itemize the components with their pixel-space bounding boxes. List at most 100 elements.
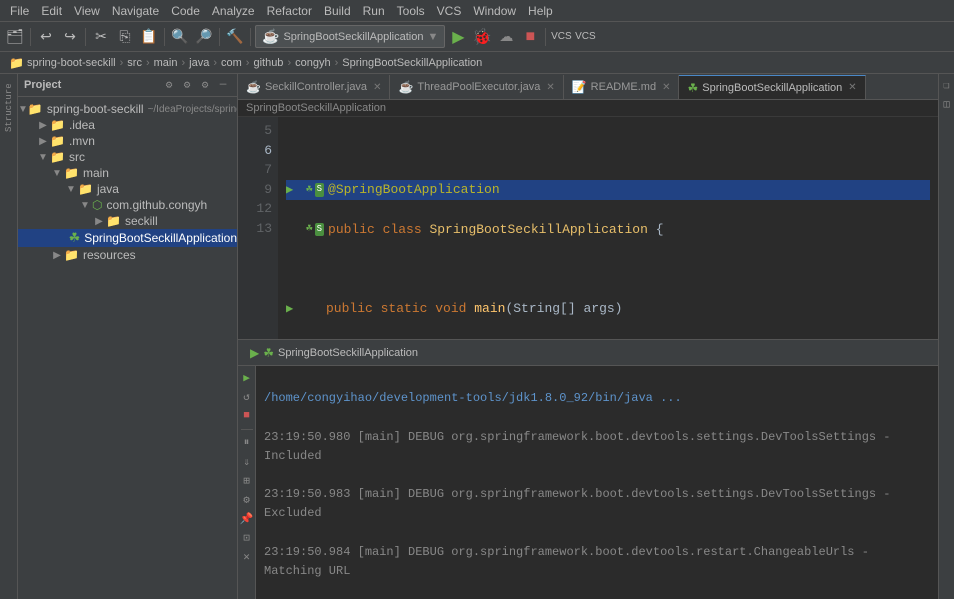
- tree-seckill[interactable]: ▶ 📁 seckill: [18, 213, 237, 229]
- breadcrumb-github-label: github: [253, 57, 283, 69]
- tab-threadpool[interactable]: ☕ ThreadPoolExecutor.java ✕: [390, 75, 563, 99]
- run-config-selector[interactable]: ☕ SpringBootSeckillApplication ▼: [255, 25, 445, 48]
- toolbar-cut-btn[interactable]: ✂: [90, 26, 112, 48]
- editor-breadcrumb-label: SpringBootSeckillApplication: [246, 102, 386, 114]
- project-title: Project: [24, 79, 61, 91]
- code-line-7: ☘ S public class SpringBootSeckillApplic…: [286, 220, 930, 240]
- tree-main[interactable]: ▼ 📁 main: [18, 165, 237, 181]
- breadcrumb-java[interactable]: java: [186, 57, 212, 69]
- toolbar-vcs2-btn[interactable]: VCS: [574, 26, 596, 48]
- breadcrumb-github[interactable]: github: [250, 57, 286, 69]
- menu-tools[interactable]: Tools: [391, 2, 431, 20]
- breadcrumb-app[interactable]: SpringBootSeckillApplication: [339, 57, 485, 69]
- line-num-5: 5: [238, 121, 272, 141]
- tab-readme[interactable]: 📝 README.md ✕: [564, 75, 680, 99]
- run-content: ▶ ↺ ■ ⏸ ⇓ ⊞ ⚙ 📌 ⊡ ✕ /home/congyihao/deve…: [238, 366, 938, 599]
- toolbar: 🗂 ↩ ↪ ✂ ⎘ 📋 🔍 🔎 🔨 ☕ SpringBootSeckillApp…: [0, 22, 954, 52]
- run-gutter-6[interactable]: ▶: [286, 181, 306, 199]
- tab-close-3[interactable]: ✕: [662, 82, 670, 93]
- tree-root-label: spring-boot-seckill: [47, 102, 144, 116]
- tree-java[interactable]: ▼ 📁 java: [18, 181, 237, 197]
- tree-package-arrow: ▼: [78, 200, 92, 211]
- toolbar-coverage-btn[interactable]: ☁: [495, 26, 517, 48]
- toolbar-search-btn[interactable]: 🔎: [193, 26, 215, 48]
- code-content[interactable]: ▶ ☘ S @SpringBootApplication ☘ S public …: [278, 117, 938, 339]
- tab-close-4[interactable]: ✕: [848, 82, 856, 93]
- run-tabs: ▶ ☘ SpringBootSeckillApplication: [238, 340, 938, 366]
- toolbar-run-btn[interactable]: ▶: [447, 26, 469, 48]
- tree-resources-arrow: ▶: [50, 250, 64, 261]
- menu-vcs[interactable]: VCS: [431, 2, 468, 20]
- project-gear-btn[interactable]: ⚙: [197, 77, 213, 93]
- menu-edit[interactable]: Edit: [35, 2, 68, 20]
- menu-help[interactable]: Help: [522, 2, 559, 20]
- toolbar-copy-btn[interactable]: ⎘: [114, 26, 136, 48]
- toolbar-paste-btn[interactable]: 📋: [138, 26, 160, 48]
- toolbar-project-btn[interactable]: 🗂: [4, 26, 26, 48]
- breadcrumb-main[interactable]: main: [151, 57, 181, 69]
- toolbar-debug-btn[interactable]: 🐞: [471, 26, 493, 48]
- menu-navigate[interactable]: Navigate: [106, 2, 165, 20]
- spring-badge-7: ☘ S: [306, 221, 324, 238]
- toolbar-sep-5: [250, 28, 251, 46]
- menu-file[interactable]: File: [4, 2, 35, 20]
- breadcrumb-com[interactable]: com: [218, 57, 245, 69]
- run-gutter-9[interactable]: ▶: [286, 300, 306, 318]
- tree-package[interactable]: ▼ ⬡ com.github.congyh: [18, 197, 237, 213]
- toolbar-build-btn[interactable]: 🔨: [224, 26, 246, 48]
- breadcrumb-sep-2: ›: [146, 57, 150, 69]
- tab-close-1[interactable]: ✕: [373, 82, 381, 93]
- menu-run[interactable]: Run: [357, 2, 391, 20]
- run-rerun-btn[interactable]: ↺: [239, 389, 255, 405]
- tree-resources[interactable]: ▶ 📁 resources: [18, 247, 237, 263]
- tree-mvn[interactable]: ▶ 📁 .mvn: [18, 133, 237, 149]
- tab-seckill-controller[interactable]: ☕ SeckillController.java ✕: [238, 75, 390, 99]
- tree-app-file[interactable]: ☘ SpringBootSeckillApplication: [18, 229, 237, 247]
- right-btn-2[interactable]: ◫: [939, 97, 954, 113]
- menu-build[interactable]: Build: [318, 2, 357, 20]
- kw-public-1: public: [328, 220, 383, 240]
- tree-root[interactable]: ▼ 📁 spring-boot-seckill ~/IdeaProjects/s…: [18, 101, 237, 117]
- project-sync-btn[interactable]: ⚙: [161, 77, 177, 93]
- menu-analyze[interactable]: Analyze: [206, 2, 261, 20]
- run-play-btn[interactable]: ▶: [239, 370, 255, 386]
- toolbar-redo-btn[interactable]: ↪: [59, 26, 81, 48]
- run-close-btn[interactable]: ✕: [239, 549, 255, 565]
- run-settings-btn[interactable]: ⚙: [239, 492, 255, 508]
- run-stop-btn[interactable]: ■: [239, 408, 255, 424]
- breadcrumb-congyh[interactable]: congyh: [292, 57, 333, 69]
- menu-refactor[interactable]: Refactor: [261, 2, 318, 20]
- project-close-btn[interactable]: —: [215, 77, 231, 93]
- tab-threadpool-label: ThreadPoolExecutor.java: [417, 81, 540, 93]
- tree-src[interactable]: ▼ 📁 src: [18, 149, 237, 165]
- toolbar-vcs-btn[interactable]: VCS: [550, 26, 572, 48]
- menu-code[interactable]: Code: [165, 2, 206, 20]
- run-scroll-btn[interactable]: ⇓: [239, 454, 255, 470]
- tab-close-2[interactable]: ✕: [546, 82, 554, 93]
- tab-app[interactable]: ☘ SpringBootSeckillApplication ✕: [679, 75, 865, 99]
- run-pause-btn[interactable]: ⏸: [239, 435, 255, 451]
- menu-window[interactable]: Window: [467, 2, 522, 20]
- structure-strip-btn[interactable]: Structure: [1, 78, 17, 138]
- toolbar-undo-btn[interactable]: ↩: [35, 26, 57, 48]
- run-export-btn[interactable]: ⊡: [239, 530, 255, 546]
- toolbar-find-btn[interactable]: 🔍: [169, 26, 191, 48]
- project-settings-btn[interactable]: ⚙: [179, 77, 195, 93]
- right-btn-1[interactable]: ❏: [939, 78, 954, 94]
- md-icon: 📝: [572, 80, 587, 94]
- run-output[interactable]: /home/congyihao/development-tools/jdk1.8…: [256, 366, 938, 599]
- run-tab-app[interactable]: ▶ ☘ SpringBootSeckillApplication: [242, 344, 426, 362]
- breadcrumb-sep-4: ›: [213, 57, 217, 69]
- breadcrumb-project[interactable]: 📁 spring-boot-seckill: [6, 56, 119, 70]
- tree-idea-label: .idea: [69, 118, 95, 132]
- main-folder-icon: 📁: [64, 166, 79, 180]
- project-panel-header: Project ⚙ ⚙ ⚙ —: [18, 74, 237, 97]
- breadcrumb-src[interactable]: src: [124, 57, 145, 69]
- run-filter-btn[interactable]: ⊞: [239, 473, 255, 489]
- menu-view[interactable]: View: [68, 2, 106, 20]
- code-line-6: ▶ ☘ S @SpringBootApplication: [286, 180, 930, 200]
- run-pin-btn[interactable]: 📌: [239, 511, 255, 527]
- toolbar-stop-btn[interactable]: ■: [519, 26, 541, 48]
- run-toolbar: ▶ ↺ ■ ⏸ ⇓ ⊞ ⚙ 📌 ⊡ ✕: [238, 366, 256, 599]
- tree-idea[interactable]: ▶ 📁 .idea: [18, 117, 237, 133]
